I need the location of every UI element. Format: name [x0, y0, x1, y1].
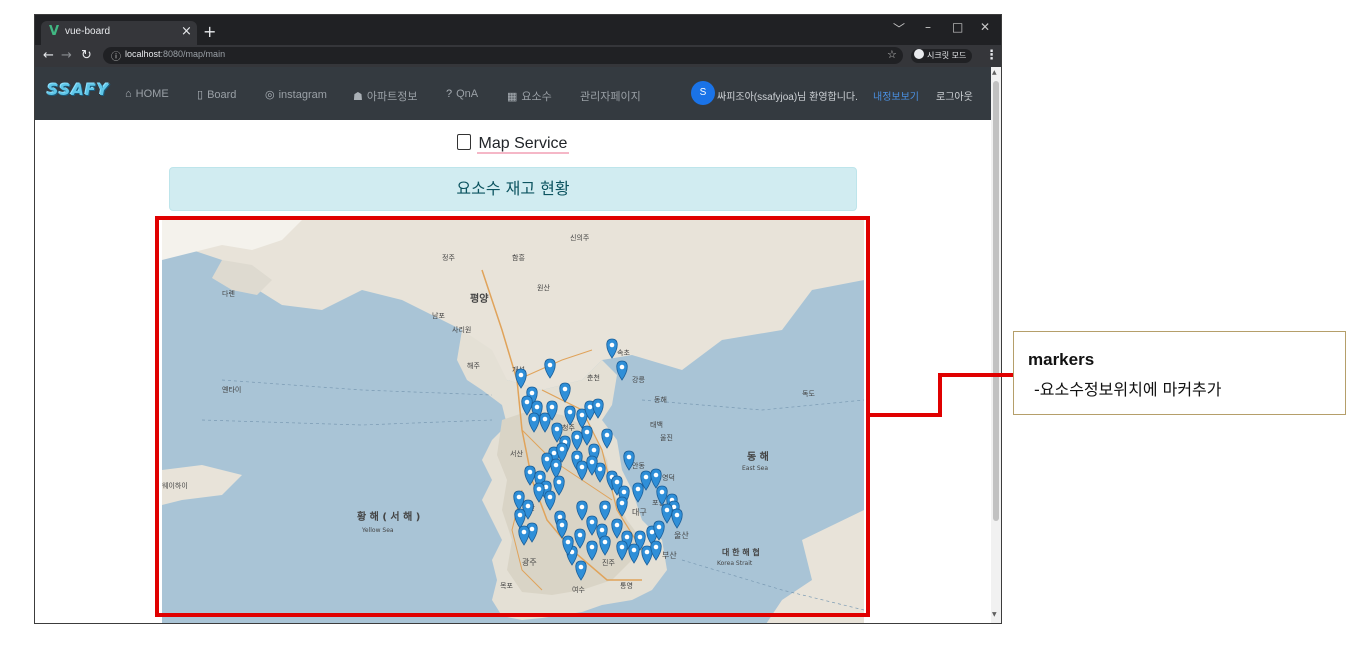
annotation-callout: markers -요소수정보위치에 마커추가 [1013, 331, 1346, 415]
back-arrow-icon[interactable]: ← [43, 48, 54, 63]
forward-arrow-icon[interactable]: → [61, 48, 72, 63]
reload-icon[interactable]: ↻ [81, 48, 92, 63]
connector-line [938, 373, 942, 417]
tab-strip: V vue-board × + ﹀ – □ ✕ [35, 15, 1001, 45]
menu-kebab-icon[interactable]: ⋮ [985, 48, 998, 63]
page-scrollbar[interactable]: ▲ ▼ [991, 67, 1001, 623]
instagram-icon: ◎ [265, 89, 275, 101]
tab-search-icon[interactable]: ﹀ [893, 20, 905, 37]
incognito-icon [914, 49, 924, 59]
nav-label: 요소수 [521, 91, 552, 103]
nav-label: 관리자페이지 [580, 91, 641, 103]
welcome-text: 싸피조아(ssafyjoa)님 환영합니다. [717, 92, 858, 103]
nav-board[interactable]: ▯ Board [197, 88, 236, 101]
bookmark-star-icon[interactable]: ☆ [887, 48, 897, 61]
nav-urea[interactable]: ▦ 요소수 [507, 88, 552, 104]
columns-icon: ▦ [507, 91, 518, 103]
browser-tab[interactable]: V vue-board × [41, 21, 197, 45]
ssafy-logo[interactable]: SSAFY [47, 80, 109, 99]
clipboard-icon [456, 134, 471, 150]
address-bar-row: ← → ↻ ⓘ localhost:8080/map/main ☆ 시크릿 모드… [35, 45, 1001, 67]
nav-apartment[interactable]: ☗ 아파트정보 [353, 88, 417, 104]
building-icon: ☗ [353, 91, 363, 103]
site-navbar: SSAFY ⌂ HOME ▯ Board ◎ instagram ☗ 아파트정보 ? Qn… [35, 67, 991, 120]
stock-status-banner: 요소수 재고 현황 [169, 167, 857, 211]
info-icon[interactable]: ⓘ [111, 48, 121, 63]
nav-label: Board [207, 89, 237, 101]
url-path: :8080/map/main [160, 49, 226, 59]
nav-label: instagram [278, 89, 327, 101]
board-icon: ▯ [197, 89, 204, 101]
new-tab-button[interactable]: + [203, 22, 216, 41]
nav-label: QnA [456, 88, 479, 100]
maximize-button[interactable]: □ [952, 20, 963, 34]
home-icon: ⌂ [125, 88, 132, 100]
scroll-down-icon[interactable]: ▼ [992, 611, 997, 618]
url-host: localhost [125, 49, 161, 59]
tab-close-icon[interactable]: × [181, 24, 192, 39]
tab-title: vue-board [65, 26, 111, 37]
incognito-badge[interactable]: 시크릿 모드 [911, 49, 973, 63]
annotation-heading: markers [1028, 350, 1095, 369]
connector-line [870, 413, 942, 417]
connector-line [938, 373, 1013, 377]
nav-label: HOME [135, 88, 169, 100]
nav-admin[interactable]: 관리자페이지 [580, 88, 641, 104]
nav-label: 아파트정보 [366, 91, 418, 103]
avatar[interactable]: S [691, 81, 715, 105]
nav-instagram[interactable]: ◎ instagram [265, 88, 327, 101]
highlight-box [155, 216, 870, 617]
minimize-button[interactable]: – [925, 20, 931, 34]
vue-favicon-icon: V [49, 24, 60, 39]
page-title: Map Service [35, 134, 991, 154]
url-text: localhost:8080/map/main [125, 49, 225, 59]
scroll-up-icon[interactable]: ▲ [992, 69, 997, 76]
annotation-description: -요소수정보위치에 마커추가 [1034, 380, 1222, 399]
my-info-link[interactable]: 내정보보기 [873, 88, 919, 103]
incognito-label: 시크릿 모드 [927, 51, 967, 60]
nav-qna[interactable]: ? QnA [446, 88, 478, 100]
question-icon: ? [446, 88, 453, 100]
scrollbar-thumb[interactable] [993, 81, 999, 521]
logout-link[interactable]: 로그아웃 [936, 88, 973, 103]
url-field[interactable]: ⓘ localhost:8080/map/main [103, 47, 903, 64]
close-window-button[interactable]: ✕ [980, 20, 990, 34]
nav-home[interactable]: ⌂ HOME [125, 88, 169, 100]
page-title-text: Map Service [476, 135, 570, 154]
